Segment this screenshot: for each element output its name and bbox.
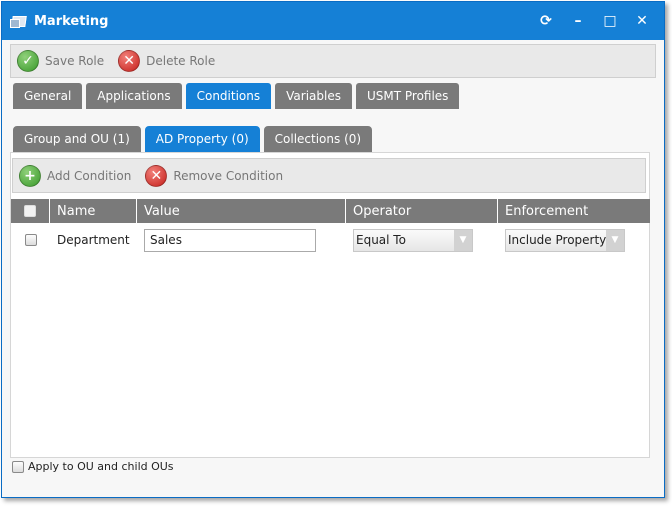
- column-header-enforcement[interactable]: Enforcement: [498, 199, 650, 223]
- chevron-down-icon: ▼: [454, 229, 472, 251]
- refresh-icon[interactable]: ⟳: [530, 11, 562, 31]
- chevron-down-icon: ▼: [606, 229, 624, 251]
- save-role-button[interactable]: ✓ Save Role: [17, 50, 104, 72]
- tab-general[interactable]: General: [13, 83, 83, 109]
- title-bar: Marketing ⟳ – □ ✕: [2, 2, 664, 40]
- row-value-cell: Sales: [137, 228, 346, 252]
- conditions-panel: [10, 152, 650, 458]
- apply-to-child-ous-label: Apply to OU and child OUs: [28, 460, 174, 473]
- remove-x-icon: ✕: [145, 164, 168, 187]
- delete-role-label: Delete Role: [146, 54, 216, 68]
- select-all-checkbox[interactable]: [24, 205, 36, 217]
- app-icon: [10, 13, 28, 29]
- row-checkbox[interactable]: [24, 234, 37, 246]
- column-header-value[interactable]: Value: [137, 199, 346, 223]
- window-title: Marketing: [34, 13, 109, 29]
- maximize-icon[interactable]: □: [594, 11, 626, 31]
- grid-header: Name Value Operator Enforcement: [11, 199, 650, 223]
- row-enforcement-cell: Include Property ▼: [498, 228, 650, 252]
- column-header-operator[interactable]: Operator: [346, 199, 498, 223]
- row-name: Department: [57, 233, 130, 247]
- apply-to-child-ous-option[interactable]: Apply to OU and child OUs: [12, 460, 174, 473]
- close-icon[interactable]: ✕: [626, 11, 658, 31]
- tab-usmt-profiles[interactable]: USMT Profiles: [355, 83, 460, 109]
- window-controls: ⟳ – □ ✕: [530, 11, 658, 31]
- save-role-label: Save Role: [45, 54, 105, 68]
- enforcement-select[interactable]: Include Property ▼: [505, 228, 625, 252]
- conditions-toolbar: + Add Condition ✕ Remove Condition: [12, 158, 646, 193]
- table-row: Department Sales Equal To ▼ Include Prop…: [11, 226, 650, 254]
- remove-condition-button[interactable]: ✕ Remove Condition: [145, 164, 284, 187]
- plus-icon: +: [19, 164, 41, 187]
- value-input[interactable]: Sales: [144, 228, 316, 252]
- tab-conditions[interactable]: Conditions: [185, 83, 272, 109]
- role-toolbar: ✓ Save Role ✕ Delete Role: [10, 44, 656, 78]
- delete-role-button[interactable]: ✕ Delete Role: [118, 50, 215, 72]
- row-checkbox-cell: [11, 234, 50, 246]
- apply-to-child-ous-checkbox[interactable]: [12, 460, 24, 473]
- tab-variables[interactable]: Variables: [275, 83, 352, 109]
- condition-subtabs: Group and OU (1) AD Property (0) Collect…: [13, 126, 373, 152]
- header-checkbox-cell: [11, 199, 50, 223]
- checkmark-icon: ✓: [17, 50, 39, 72]
- remove-condition-label: Remove Condition: [173, 168, 284, 183]
- tab-ad-property[interactable]: AD Property (0): [144, 126, 260, 152]
- tab-applications[interactable]: Applications: [86, 83, 182, 109]
- row-operator-cell: Equal To ▼: [346, 228, 498, 252]
- main-tabs: General Applications Conditions Variable…: [13, 83, 460, 109]
- enforcement-value: Include Property: [508, 233, 607, 247]
- tab-group-and-ou[interactable]: Group and OU (1): [13, 126, 141, 152]
- tab-collections[interactable]: Collections (0): [263, 126, 373, 152]
- add-condition-button[interactable]: + Add Condition: [19, 164, 132, 187]
- column-header-name[interactable]: Name: [50, 199, 137, 223]
- operator-select[interactable]: Equal To ▼: [353, 228, 473, 252]
- minimize-icon[interactable]: –: [562, 11, 594, 31]
- add-condition-label: Add Condition: [47, 168, 132, 183]
- delete-x-icon: ✕: [118, 50, 141, 72]
- operator-value: Equal To: [356, 233, 406, 247]
